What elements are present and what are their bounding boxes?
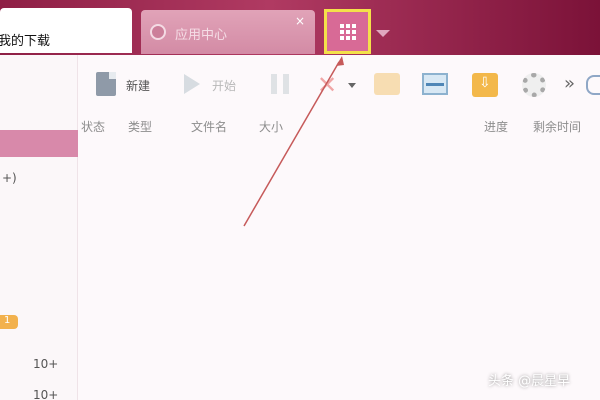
start-button[interactable]: 开始 <box>184 72 248 98</box>
column-progress[interactable]: 进度 <box>484 118 508 135</box>
new-download-button[interactable]: 新建 <box>96 72 162 98</box>
more-button[interactable]: » <box>564 72 582 98</box>
delete-menu-chevron-icon[interactable] <box>348 83 356 88</box>
delete-button[interactable]: ✕ <box>317 71 357 99</box>
sidebar-item-count: 10+ <box>33 357 59 371</box>
download-box-button[interactable] <box>472 72 498 98</box>
new-download-icon <box>96 72 116 96</box>
apps-grid-icon <box>340 24 356 40</box>
tab-my-downloads[interactable]: 我的下载 <box>0 8 132 53</box>
tab-my-downloads-label: 我的下载 <box>0 34 51 49</box>
status-badge: 1 <box>0 315 18 329</box>
screen-icon <box>422 73 448 95</box>
app-center-icon <box>150 24 166 40</box>
browser-button[interactable] <box>586 72 600 98</box>
column-status[interactable]: 状态 <box>81 118 105 135</box>
open-folder-button[interactable] <box>374 72 400 98</box>
title-bar: 我的下载 应用中心 × <box>0 0 600 55</box>
download-box-icon <box>472 73 498 97</box>
tab-app-center-label: 应用中心 <box>175 28 228 43</box>
chevron-down-icon[interactable] <box>376 30 390 37</box>
toolbar: 新建 开始 ✕ » <box>78 55 600 113</box>
tab-app-center[interactable]: 应用中心 × <box>141 10 315 54</box>
pause-button[interactable] <box>269 72 293 98</box>
delete-icon: ✕ <box>317 71 338 99</box>
screen-button[interactable] <box>422 72 450 98</box>
tab-close-button[interactable]: × <box>295 14 305 28</box>
sidebar: +) 1 10+ 10+ <box>0 55 78 400</box>
new-download-label: 新建 <box>126 79 151 93</box>
apps-grid-button[interactable] <box>324 9 371 54</box>
watermark: 头条 @晨星早 <box>488 374 571 389</box>
column-type[interactable]: 类型 <box>128 118 152 135</box>
more-icon: » <box>564 73 576 94</box>
column-remaining-time[interactable]: 剩余时间 <box>533 118 581 135</box>
settings-button[interactable] <box>522 72 546 98</box>
download-list[interactable] <box>78 139 600 400</box>
column-filename[interactable]: 文件名 <box>191 118 227 135</box>
sidebar-selected-item[interactable] <box>0 130 78 157</box>
download-main-panel: 新建 开始 ✕ » 状态 类型 <box>78 55 600 400</box>
sidebar-item-count: 10+ <box>33 388 59 400</box>
download-list-header: 状态 类型 文件名 大小 进度 剩余时间 <box>78 113 600 137</box>
folder-icon <box>374 73 400 95</box>
pause-icon <box>271 74 289 94</box>
browser-icon <box>586 75 600 95</box>
start-label: 开始 <box>212 79 237 93</box>
start-icon <box>184 74 200 94</box>
column-size[interactable]: 大小 <box>259 118 283 135</box>
settings-icon <box>522 73 546 97</box>
sidebar-item-count: +) <box>2 171 17 185</box>
